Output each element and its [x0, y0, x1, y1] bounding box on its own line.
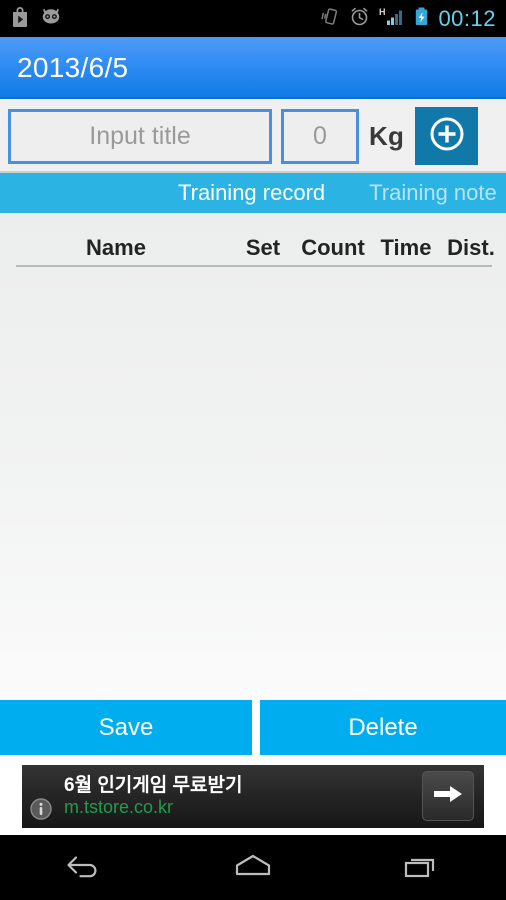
add-entry-button[interactable] — [415, 107, 479, 165]
column-header-dist: Dist. — [447, 235, 495, 260]
plus-circle-icon — [426, 113, 468, 160]
status-bar-right-icons: H 00:12 — [321, 6, 506, 32]
delete-button[interactable]: Delete — [260, 700, 506, 755]
svg-text:H: H — [379, 7, 386, 17]
status-bar: H 00:12 — [0, 0, 506, 37]
tab-training-note[interactable]: Training note — [347, 173, 506, 213]
battery-charging-icon — [414, 6, 429, 32]
alarm-icon — [349, 6, 370, 32]
android-navigation-bar — [0, 835, 506, 900]
column-header-count: Count — [301, 235, 365, 260]
tab-strip[interactable]: Training record Training note — [0, 173, 506, 213]
nav-back-button[interactable] — [0, 848, 169, 887]
button-gap — [252, 700, 260, 755]
status-bar-left-icons — [0, 6, 63, 32]
column-header-time: Time — [380, 235, 432, 260]
column-header-name: Name — [86, 235, 146, 260]
back-icon — [59, 848, 109, 887]
recents-icon — [397, 848, 447, 887]
status-bar-clock: 00:12 — [438, 5, 496, 31]
ad-info-button[interactable] — [26, 796, 56, 826]
cyanogenmod-icon — [39, 6, 63, 32]
vibrate-icon — [321, 6, 340, 32]
training-record-list: Name Set Count Time Dist. — [0, 213, 506, 698]
ad-url: m.tstore.co.kr — [64, 797, 174, 818]
nav-recents-button[interactable] — [337, 848, 506, 887]
entry-input-row: Input title 0 Kg — [0, 99, 506, 173]
nav-home-button[interactable] — [169, 848, 338, 887]
ad-zone: 6월 인기게임 무료받기 m.tstore.co.kr — [0, 760, 506, 835]
title-input[interactable]: Input title — [8, 108, 272, 164]
info-circle-icon — [28, 796, 54, 827]
action-bar: Save Delete — [0, 700, 506, 755]
list-column-headers: Name Set Count Time Dist. — [0, 213, 506, 265]
home-icon — [226, 848, 280, 887]
title-bar: 2013/6/5 — [0, 37, 506, 99]
phone-screen: H 00:12 2013/6/5 Input title 0 Kg Traini… — [0, 0, 506, 900]
ad-title: 6월 인기게임 무료받기 — [64, 774, 243, 796]
save-button[interactable]: Save — [0, 700, 252, 755]
list-rows-container[interactable] — [0, 267, 506, 687]
ad-banner[interactable]: 6월 인기게임 무료받기 m.tstore.co.kr — [22, 765, 484, 828]
weight-input[interactable]: 0 — [281, 108, 359, 164]
play-store-icon — [10, 6, 30, 32]
date-label[interactable]: 2013/6/5 — [0, 52, 128, 84]
unit-label: Kg — [369, 120, 405, 151]
arrow-right-icon — [431, 781, 465, 812]
column-header-set: Set — [245, 235, 281, 260]
signal-h-icon: H — [379, 6, 405, 32]
tab-training-record[interactable]: Training record — [156, 173, 347, 213]
ad-arrow-button[interactable] — [422, 771, 474, 821]
